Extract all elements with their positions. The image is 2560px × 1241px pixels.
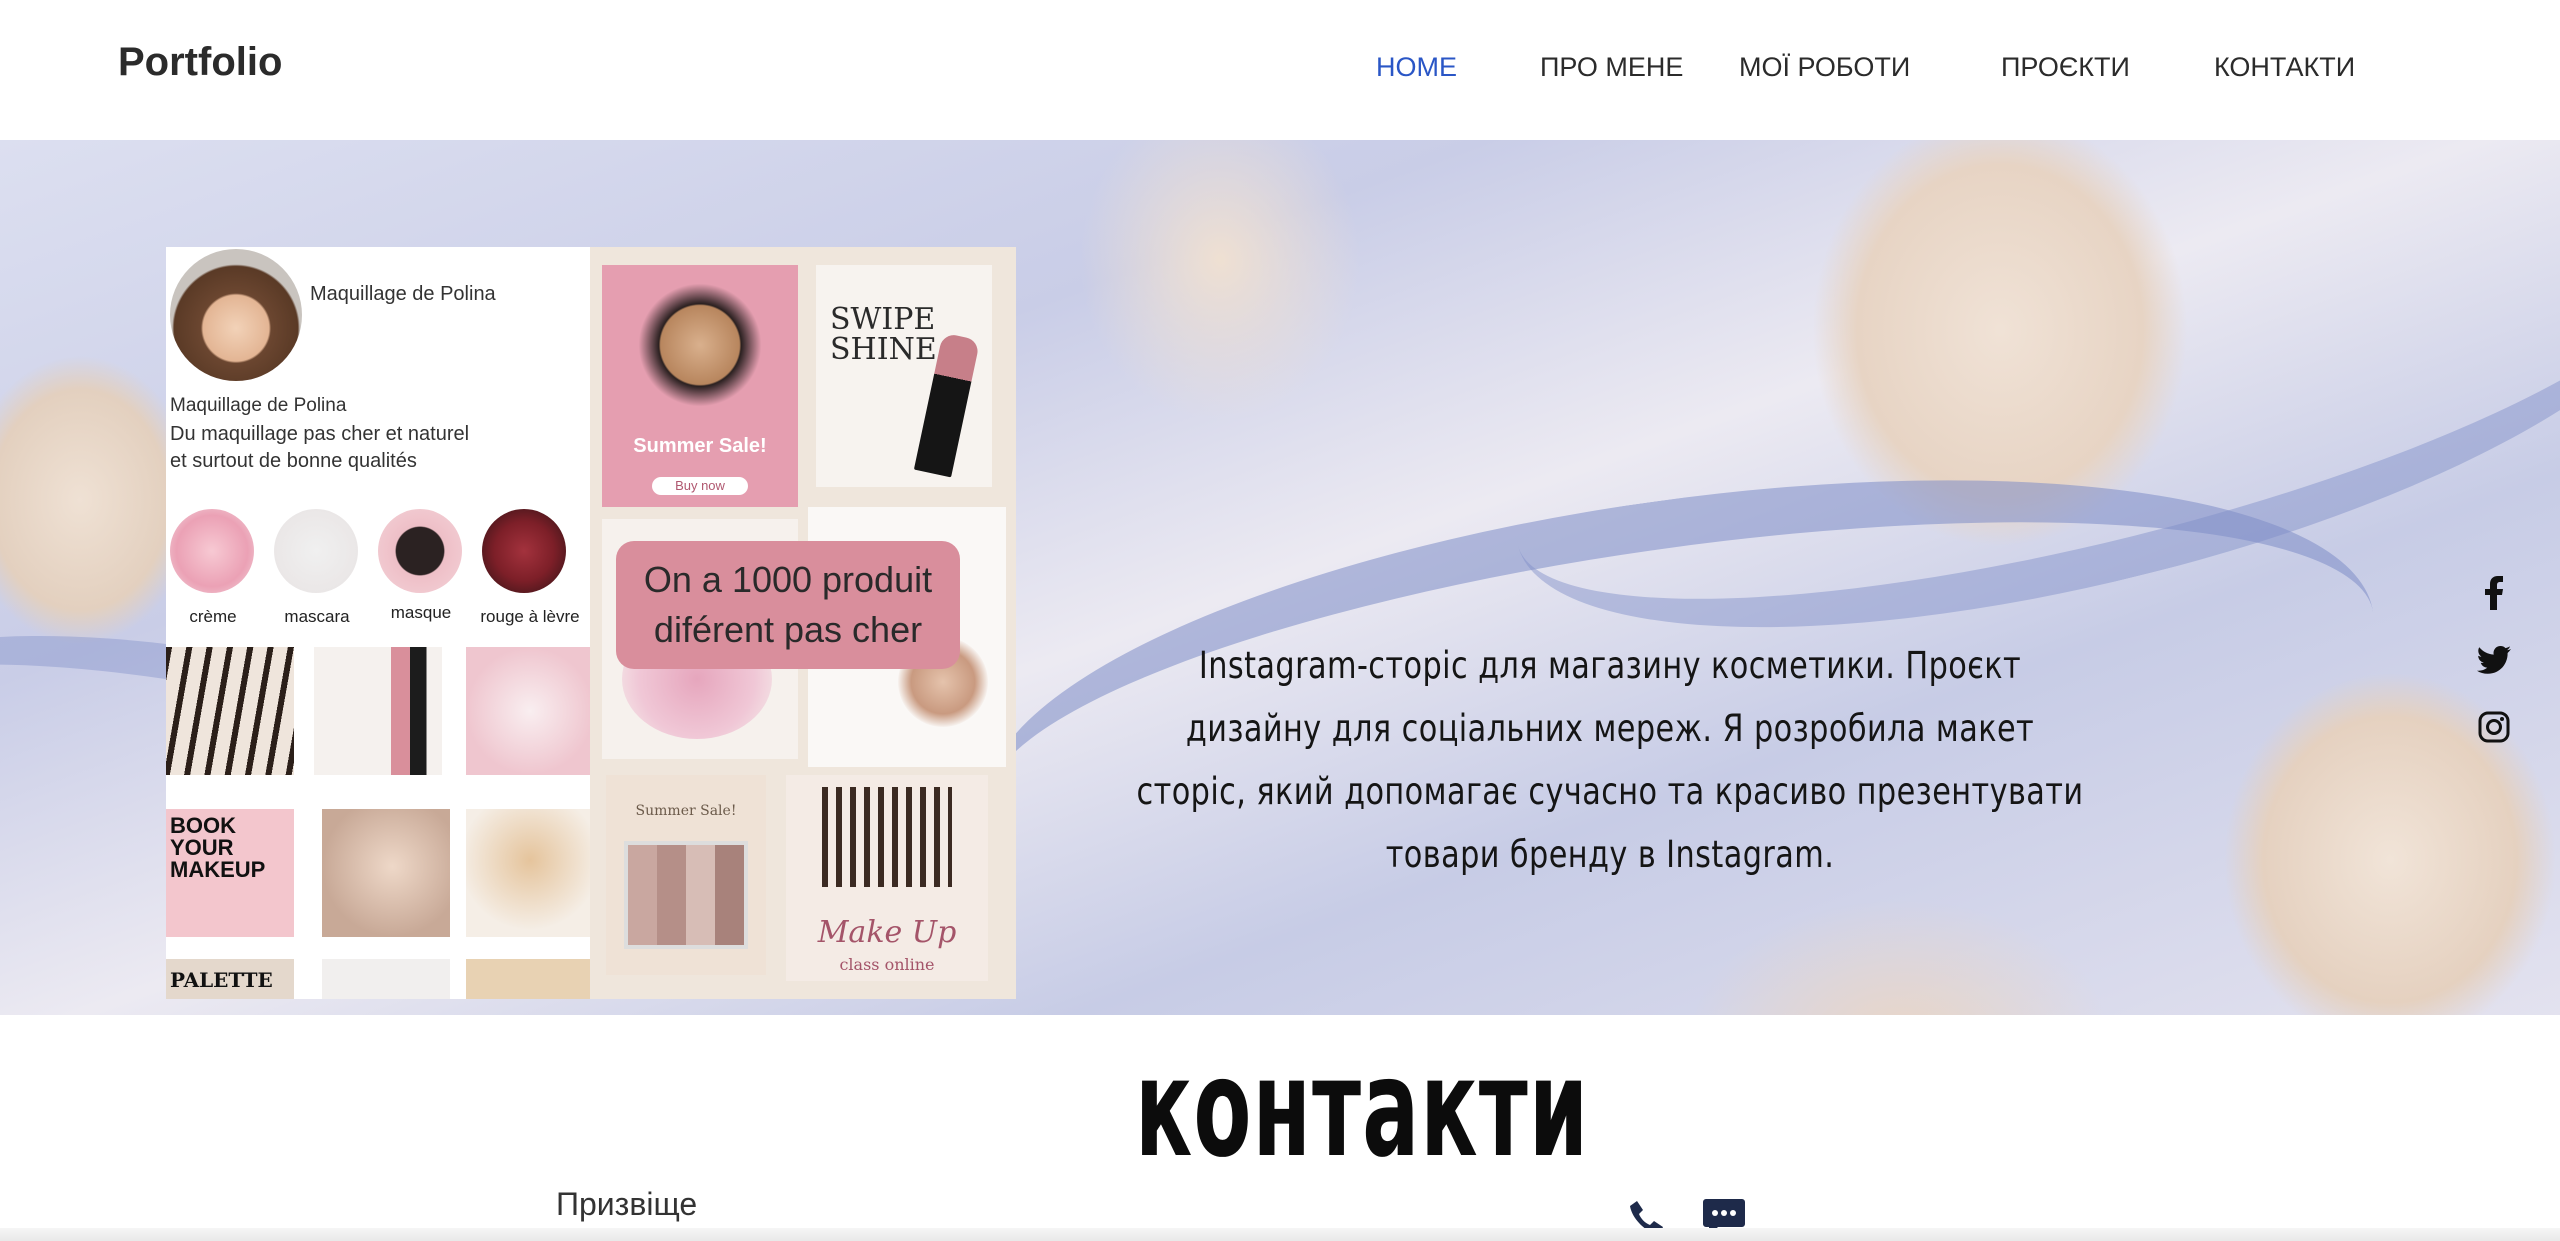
- highlight-label: crème: [189, 607, 237, 626]
- nav-projects[interactable]: ПРОЄКТИ: [2001, 52, 2130, 83]
- highlight-creme: [170, 509, 254, 593]
- brushes-image: [822, 787, 952, 887]
- story-make-up-class: Make Up class online: [786, 775, 988, 981]
- project-description: Instagram-сторіс для магазину косметики.…: [1136, 644, 2084, 876]
- highlight-label: mascara: [284, 607, 350, 626]
- palette-image: [624, 841, 748, 949]
- nav-works[interactable]: МОЇ РОБОТИ: [1739, 52, 1910, 83]
- product-image: [638, 283, 762, 407]
- post-tile: [322, 809, 450, 937]
- project-image[interactable]: Maquillage de Polina Maquillage de Polin…: [166, 247, 1016, 999]
- post-tile: PALETTE: [166, 959, 294, 999]
- tile-palette-text: PALETTE: [170, 968, 273, 992]
- post-tile: [314, 647, 442, 775]
- summer-sale-text: Summer Sale!: [633, 435, 767, 457]
- site-logo[interactable]: Portfolio: [118, 40, 282, 85]
- post-tile: [322, 959, 450, 999]
- promo-text: On a 1000 produit diférent pas cher: [616, 555, 960, 655]
- surname-field-label: Призвіще: [556, 1186, 698, 1222]
- project-hero: Maquillage de Polina Maquillage de Polin…: [0, 140, 2560, 1015]
- post-tile: [466, 959, 594, 999]
- class-online-text: class online: [839, 955, 935, 974]
- instagram-icon[interactable]: [2474, 707, 2514, 747]
- profile-name: Maquillage de Polina: [310, 283, 496, 305]
- post-tile: [466, 647, 594, 775]
- promo-line: On a 1000 produit: [643, 559, 933, 600]
- highlight-mascara: [274, 509, 358, 593]
- section-divider: [0, 1228, 2560, 1241]
- highlight-label: masque: [390, 603, 452, 622]
- contacts-title: контакти: [1135, 1030, 1590, 1188]
- stories-mockup: Summer Sale! Buy now SWIPE SHINE On a 10…: [590, 247, 1016, 999]
- highlight-masque: [378, 509, 462, 593]
- make-up-text: Make Up: [817, 915, 957, 950]
- story-swipe-shine: SWIPE SHINE: [816, 265, 992, 487]
- summer-sale-text: Summer Sale!: [635, 803, 737, 819]
- nav-about[interactable]: ПРО МЕНЕ: [1540, 52, 1683, 83]
- twitter-icon[interactable]: [2474, 640, 2514, 680]
- tile-book-text: BOOK YOUR MAKEUP: [170, 813, 266, 882]
- promo-banner: On a 1000 produit diférent pas cher: [616, 541, 960, 669]
- site-header: Portfolio HOME ПРО МЕНЕ МОЇ РОБОТИ ПРОЄК…: [0, 0, 2560, 140]
- bio-line: Du maquillage pas cher et naturel: [170, 423, 470, 445]
- highlight-rouge: [482, 509, 566, 593]
- bio-line: et surtout de bonne qualités: [170, 450, 417, 472]
- bio-name: Maquillage de Polina: [170, 395, 347, 416]
- post-tile: [466, 809, 594, 937]
- profile-avatar: [170, 249, 302, 381]
- buy-now-label: Buy now: [652, 477, 748, 495]
- story-summer-sale: Summer Sale! Buy now: [602, 265, 798, 507]
- nav-contacts[interactable]: КОНТАКТИ: [2214, 52, 2355, 83]
- instagram-profile-mockup: Maquillage de Polina Maquillage de Polin…: [166, 247, 594, 999]
- post-tile: BOOK YOUR MAKEUP: [166, 809, 294, 937]
- highlight-label: rouge à lèvre: [480, 607, 580, 626]
- nav-home[interactable]: HOME: [1376, 52, 1457, 83]
- story-palette: Summer Sale!: [606, 775, 766, 975]
- post-tile: [166, 647, 294, 775]
- facebook-icon[interactable]: [2474, 573, 2514, 613]
- promo-line: diférent pas cher: [653, 609, 923, 650]
